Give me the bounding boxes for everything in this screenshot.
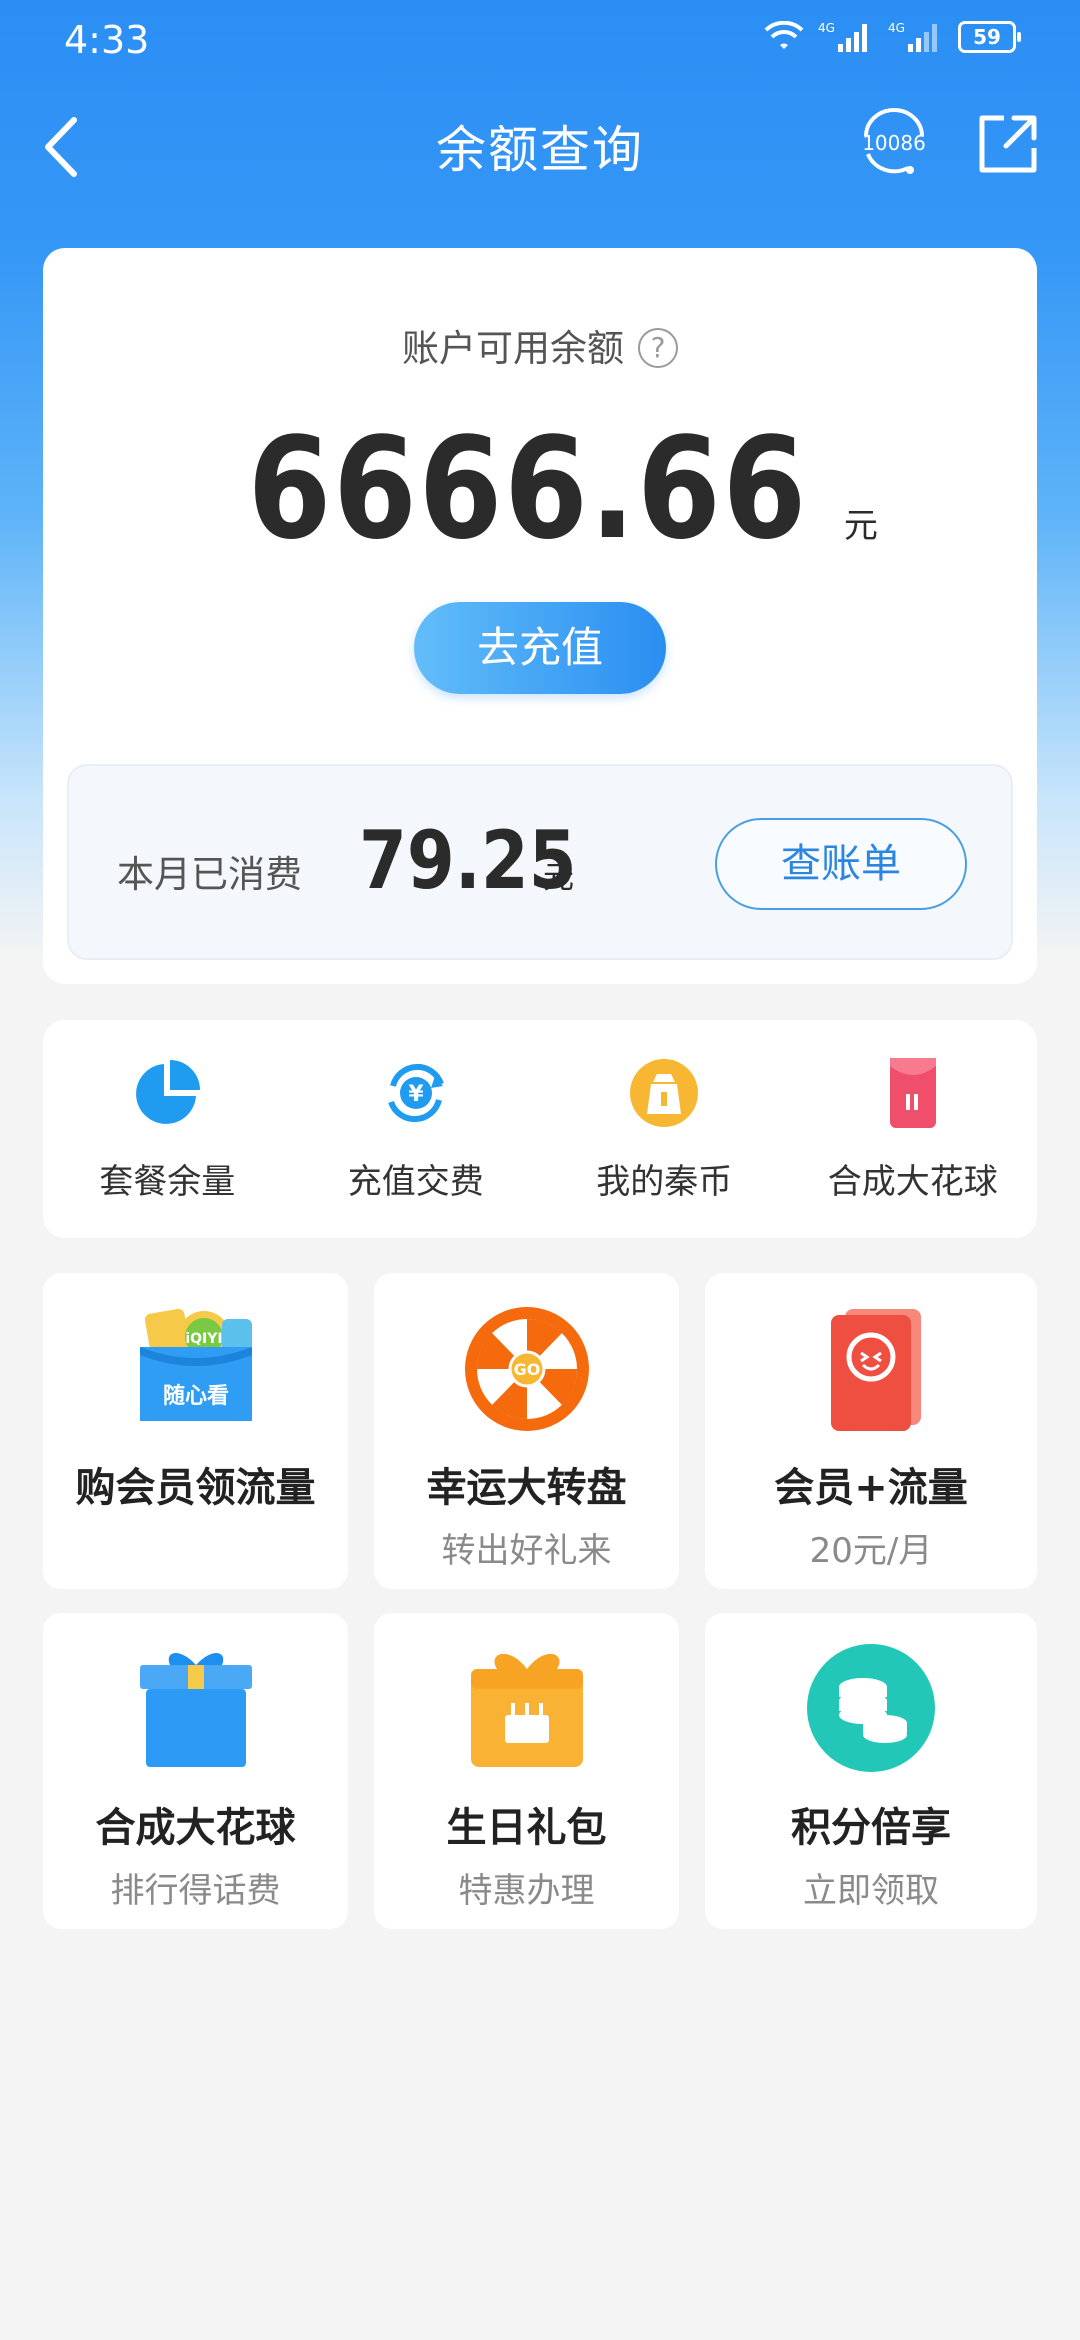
tile-title: 幸运大转盘 xyxy=(426,1465,627,1511)
quick-item-coins[interactable]: 我的秦币 xyxy=(540,1020,789,1238)
balance-label: 账户可用余额 xyxy=(402,327,624,370)
customer-service-icon[interactable]: 10086 xyxy=(856,106,932,182)
pie-chart-icon xyxy=(136,1060,201,1124)
balance-amount: 6666.66 xyxy=(247,408,809,571)
wifi-icon xyxy=(764,21,804,49)
quick-label: 合成大花球 xyxy=(827,1162,998,1202)
network-label-2: 4G xyxy=(888,21,905,35)
spend-unit: 元 xyxy=(543,860,574,896)
birthday-gift-icon xyxy=(470,1653,583,1767)
membership-cards-icon: iQIYI 随心看 xyxy=(139,1308,252,1421)
red-envelope-icon xyxy=(889,1058,936,1128)
balance-unit: 元 xyxy=(843,506,878,546)
tile-title: 会员+流量 xyxy=(774,1465,968,1511)
tile-subtitle: 转出好礼来 xyxy=(441,1531,612,1571)
tile-title: 合成大花球 xyxy=(95,1805,296,1851)
help-icon[interactable]: ? xyxy=(638,328,678,368)
nav-bar: 余额查询 10086 xyxy=(0,90,1080,200)
tile-birthday-gift[interactable]: 生日礼包 特惠办理 xyxy=(374,1613,679,1929)
tile-title: 生日礼包 xyxy=(446,1805,607,1851)
quick-label: 套餐余量 xyxy=(99,1162,236,1202)
status-icons: 4G 4G 59 xyxy=(764,20,1021,54)
quick-item-recharge[interactable]: ¥ 充值交费 xyxy=(292,1020,541,1238)
coin-bag-icon xyxy=(630,1059,699,1127)
tile-subtitle: 立即领取 xyxy=(803,1871,939,1911)
coins-stack-icon xyxy=(807,1644,935,1772)
status-time: 4:33 xyxy=(64,18,150,62)
network-label: 4G xyxy=(818,21,835,35)
balance-label-row: 账户可用余额? xyxy=(43,318,1037,372)
quick-item-flower-ball[interactable]: 合成大花球 xyxy=(789,1020,1038,1238)
lucky-wheel-icon: GO xyxy=(464,1307,589,1431)
balance-card: 账户可用余额? 6666.66 元 去充值 本月已消费 79.25 元 查账单 xyxy=(43,248,1037,984)
yuan-refresh-icon: ¥ xyxy=(387,1063,444,1123)
monthly-spend-box: 本月已消费 79.25 元 查账单 xyxy=(67,764,1013,960)
share-icon[interactable] xyxy=(976,112,1040,176)
battery-icon: 59 xyxy=(958,21,1021,53)
tile-title: 积分倍享 xyxy=(791,1805,951,1851)
tile-points-double[interactable]: 积分倍享 立即领取 xyxy=(705,1613,1037,1929)
svg-text:iQIYI: iQIYI xyxy=(185,1331,222,1347)
spend-label: 本月已消费 xyxy=(117,853,302,896)
balance-amount-row: 6666.66 元 xyxy=(43,408,1037,571)
recharge-button[interactable]: 去充值 xyxy=(414,602,666,694)
tile-badge: GO xyxy=(513,1360,540,1379)
gift-box-icon xyxy=(139,1652,252,1767)
signal-icon-2: 4G xyxy=(888,21,937,52)
tile-subtitle: 特惠办理 xyxy=(458,1871,595,1911)
tile-title: 购会员领流量 xyxy=(75,1465,316,1511)
tile-flower-ball[interactable]: 合成大花球 排行得话费 xyxy=(43,1613,348,1929)
quick-actions: 套餐余量 ¥ 充值交费 我的秦币 合成大花球 xyxy=(43,1020,1037,1238)
tile-membership-traffic[interactable]: iQIYI 随心看 购会员领流量 xyxy=(43,1273,348,1589)
quick-label: 充值交费 xyxy=(347,1162,484,1202)
tile-subtitle: 排行得话费 xyxy=(110,1871,281,1911)
quick-label: 我的秦币 xyxy=(596,1162,733,1202)
tile-badge: 随心看 xyxy=(162,1383,228,1409)
tile-member-traffic[interactable]: 会员+流量 20元/月 xyxy=(705,1273,1037,1589)
tile-lucky-wheel[interactable]: GO 幸运大转盘 转出好礼来 xyxy=(374,1273,679,1589)
tile-subtitle: 20元/月 xyxy=(809,1531,933,1571)
member-card-icon xyxy=(831,1309,921,1431)
view-bill-button[interactable]: 查账单 xyxy=(715,818,967,910)
service-number: 10086 xyxy=(862,131,926,155)
status-bar: 4:33 4G 4G 59 xyxy=(0,0,1080,80)
quick-item-package-balance[interactable]: 套餐余量 xyxy=(43,1020,292,1238)
signal-icon: 4G xyxy=(818,21,867,52)
svg-text:¥: ¥ xyxy=(408,1082,424,1107)
